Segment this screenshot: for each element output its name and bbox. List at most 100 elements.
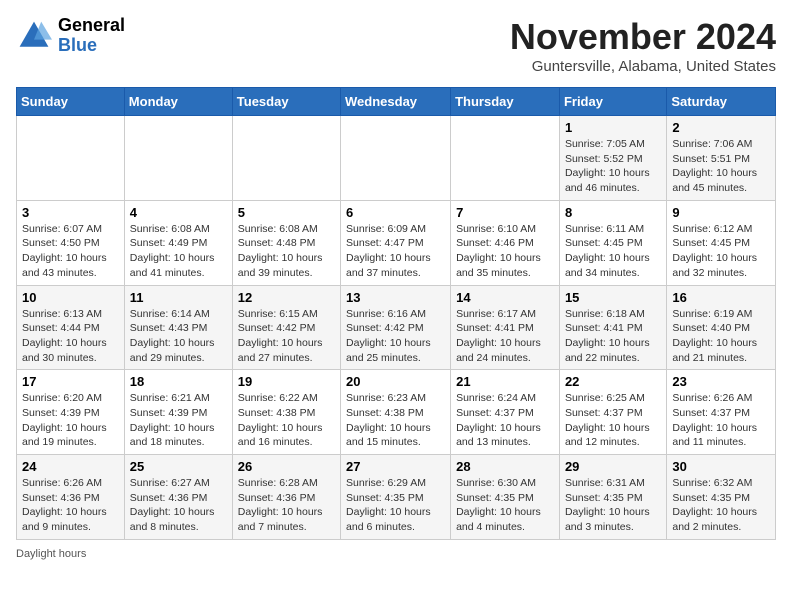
day-number: 16 <box>672 290 770 305</box>
day-number: 25 <box>130 459 227 474</box>
calendar-cell: 24 Sunrise: 6:26 AM Sunset: 4:36 PM Dayli… <box>17 455 125 540</box>
calendar-cell: 27 Sunrise: 6:29 AM Sunset: 4:35 PM Dayli… <box>341 455 451 540</box>
calendar-cell: 1Sunrise: 7:05 AM Sunset: 5:52 PM Daylig… <box>559 116 666 201</box>
calendar-cell: 21 Sunrise: 6:24 AM Sunset: 4:37 PM Dayli… <box>451 370 560 455</box>
day-info: Sunrise: 7:06 AM Sunset: 5:51 PM Dayligh… <box>672 137 770 196</box>
title-block: November 2024 Guntersville, Alabama, Uni… <box>510 16 776 75</box>
calendar-cell: 13 Sunrise: 6:16 AM Sunset: 4:42 PM Dayli… <box>341 285 451 370</box>
calendar-cell: 6 Sunrise: 6:09 AM Sunset: 4:47 PM Daylig… <box>341 200 451 285</box>
weekday-header: Friday <box>559 88 666 116</box>
calendar-cell: 9 Sunrise: 6:12 AM Sunset: 4:45 PM Daylig… <box>667 200 776 285</box>
day-number: 14 <box>456 290 554 305</box>
day-info: Sunrise: 7:05 AM Sunset: 5:52 PM Dayligh… <box>565 137 661 196</box>
weekday-header: Wednesday <box>341 88 451 116</box>
calendar-cell: 26Sunrise: 6:28 AM Sunset: 4:36 PM Dayli… <box>232 455 340 540</box>
calendar-cell: 15 Sunrise: 6:18 AM Sunset: 4:41 PM Dayli… <box>559 285 666 370</box>
day-number: 13 <box>346 290 445 305</box>
day-number: 19 <box>238 374 335 389</box>
day-info: Sunrise: 6:27 AM Sunset: 4:36 PM Dayligh… <box>130 476 227 535</box>
day-number: 6 <box>346 205 445 220</box>
page-subtitle: Guntersville, Alabama, United States <box>510 58 776 75</box>
day-number: 10 <box>22 290 119 305</box>
day-number: 29 <box>565 459 661 474</box>
weekday-header: Saturday <box>667 88 776 116</box>
calendar-cell <box>124 116 232 201</box>
day-info: Sunrise: 6:15 AM Sunset: 4:42 PM Dayligh… <box>238 307 335 366</box>
calendar-cell: 4 Sunrise: 6:08 AM Sunset: 4:49 PM Daylig… <box>124 200 232 285</box>
calendar-week-row: 24 Sunrise: 6:26 AM Sunset: 4:36 PM Dayli… <box>17 455 776 540</box>
day-number: 2 <box>672 120 770 135</box>
day-info: Sunrise: 6:17 AM Sunset: 4:41 PM Dayligh… <box>456 307 554 366</box>
day-number: 24 <box>22 459 119 474</box>
calendar-cell: 23Sunrise: 6:26 AM Sunset: 4:37 PM Dayli… <box>667 370 776 455</box>
calendar-cell: 10Sunrise: 6:13 AM Sunset: 4:44 PM Dayli… <box>17 285 125 370</box>
day-info: Sunrise: 6:08 AM Sunset: 4:49 PM Dayligh… <box>130 222 227 281</box>
day-number: 9 <box>672 205 770 220</box>
day-number: 22 <box>565 374 661 389</box>
day-number: 23 <box>672 374 770 389</box>
day-number: 20 <box>346 374 445 389</box>
day-info: Sunrise: 6:20 AM Sunset: 4:39 PM Dayligh… <box>22 391 119 450</box>
day-number: 4 <box>130 205 227 220</box>
day-info: Sunrise: 6:10 AM Sunset: 4:46 PM Dayligh… <box>456 222 554 281</box>
logo-text: General Blue <box>58 16 125 56</box>
calendar-cell: 30Sunrise: 6:32 AM Sunset: 4:35 PM Dayli… <box>667 455 776 540</box>
day-number: 12 <box>238 290 335 305</box>
calendar-cell <box>17 116 125 201</box>
calendar-cell: 5Sunrise: 6:08 AM Sunset: 4:48 PM Daylig… <box>232 200 340 285</box>
calendar-cell <box>232 116 340 201</box>
calendar-cell: 19 Sunrise: 6:22 AM Sunset: 4:38 PM Dayli… <box>232 370 340 455</box>
day-info: Sunrise: 6:22 AM Sunset: 4:38 PM Dayligh… <box>238 391 335 450</box>
weekday-header: Monday <box>124 88 232 116</box>
day-info: Sunrise: 6:28 AM Sunset: 4:36 PM Dayligh… <box>238 476 335 535</box>
calendar-cell: 8 Sunrise: 6:11 AM Sunset: 4:45 PM Daylig… <box>559 200 666 285</box>
calendar-cell <box>341 116 451 201</box>
weekday-header: Tuesday <box>232 88 340 116</box>
day-info: Sunrise: 6:31 AM Sunset: 4:35 PM Dayligh… <box>565 476 661 535</box>
calendar-cell <box>451 116 560 201</box>
day-number: 7 <box>456 205 554 220</box>
day-info: Sunrise: 6:32 AM Sunset: 4:35 PM Dayligh… <box>672 476 770 535</box>
weekday-header: Sunday <box>17 88 125 116</box>
weekday-header: Thursday <box>451 88 560 116</box>
day-info: Sunrise: 6:19 AM Sunset: 4:40 PM Dayligh… <box>672 307 770 366</box>
day-number: 17 <box>22 374 119 389</box>
calendar-cell: 28 Sunrise: 6:30 AM Sunset: 4:35 PM Dayli… <box>451 455 560 540</box>
calendar-cell: 7 Sunrise: 6:10 AM Sunset: 4:46 PM Daylig… <box>451 200 560 285</box>
day-info: Sunrise: 6:07 AM Sunset: 4:50 PM Dayligh… <box>22 222 119 281</box>
day-info: Sunrise: 6:26 AM Sunset: 4:36 PM Dayligh… <box>22 476 119 535</box>
day-info: Sunrise: 6:23 AM Sunset: 4:38 PM Dayligh… <box>346 391 445 450</box>
day-number: 8 <box>565 205 661 220</box>
day-info: Sunrise: 6:29 AM Sunset: 4:35 PM Dayligh… <box>346 476 445 535</box>
calendar-cell: 29 Sunrise: 6:31 AM Sunset: 4:35 PM Dayli… <box>559 455 666 540</box>
logo: General Blue <box>16 16 125 56</box>
day-info: Sunrise: 6:14 AM Sunset: 4:43 PM Dayligh… <box>130 307 227 366</box>
calendar-cell: 14 Sunrise: 6:17 AM Sunset: 4:41 PM Dayli… <box>451 285 560 370</box>
day-number: 21 <box>456 374 554 389</box>
day-number: 27 <box>346 459 445 474</box>
day-info: Sunrise: 6:16 AM Sunset: 4:42 PM Dayligh… <box>346 307 445 366</box>
calendar-cell: 11Sunrise: 6:14 AM Sunset: 4:43 PM Dayli… <box>124 285 232 370</box>
calendar-week-row: 10Sunrise: 6:13 AM Sunset: 4:44 PM Dayli… <box>17 285 776 370</box>
day-number: 28 <box>456 459 554 474</box>
calendar-cell: 17 Sunrise: 6:20 AM Sunset: 4:39 PM Dayli… <box>17 370 125 455</box>
footer: Daylight hours <box>16 548 776 560</box>
day-info: Sunrise: 6:21 AM Sunset: 4:39 PM Dayligh… <box>130 391 227 450</box>
calendar-cell: 12 Sunrise: 6:15 AM Sunset: 4:42 PM Dayli… <box>232 285 340 370</box>
calendar-header-row: SundayMondayTuesdayWednesdayThursdayFrid… <box>17 88 776 116</box>
day-number: 18 <box>130 374 227 389</box>
calendar-week-row: 17 Sunrise: 6:20 AM Sunset: 4:39 PM Dayli… <box>17 370 776 455</box>
calendar-cell: 20 Sunrise: 6:23 AM Sunset: 4:38 PM Dayli… <box>341 370 451 455</box>
day-info: Sunrise: 6:09 AM Sunset: 4:47 PM Dayligh… <box>346 222 445 281</box>
day-info: Sunrise: 6:25 AM Sunset: 4:37 PM Dayligh… <box>565 391 661 450</box>
calendar-cell: 25 Sunrise: 6:27 AM Sunset: 4:36 PM Dayli… <box>124 455 232 540</box>
day-info: Sunrise: 6:11 AM Sunset: 4:45 PM Dayligh… <box>565 222 661 281</box>
page-header: General Blue November 2024 Guntersville,… <box>16 16 776 75</box>
day-info: Sunrise: 6:12 AM Sunset: 4:45 PM Dayligh… <box>672 222 770 281</box>
page-title: November 2024 <box>510 16 776 58</box>
calendar-cell: 3Sunrise: 6:07 AM Sunset: 4:50 PM Daylig… <box>17 200 125 285</box>
day-number: 15 <box>565 290 661 305</box>
day-info: Sunrise: 6:24 AM Sunset: 4:37 PM Dayligh… <box>456 391 554 450</box>
day-info: Sunrise: 6:18 AM Sunset: 4:41 PM Dayligh… <box>565 307 661 366</box>
day-info: Sunrise: 6:30 AM Sunset: 4:35 PM Dayligh… <box>456 476 554 535</box>
